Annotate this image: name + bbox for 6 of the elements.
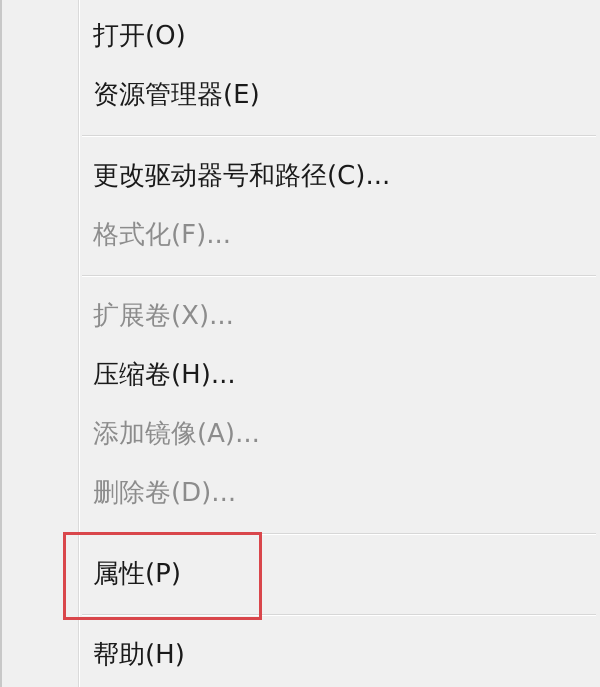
menu-item[interactable]: 帮助(H): [80, 625, 185, 684]
menu-item[interactable]: 资源管理器(E): [80, 65, 260, 124]
menu-item[interactable]: 压缩卷(H)...: [80, 345, 236, 404]
menu-item[interactable]: 打开(O): [80, 6, 186, 65]
menu-item[interactable]: 更改驱动器号和路径(C)...: [80, 146, 390, 205]
menu-item[interactable]: 属性(P): [80, 544, 181, 603]
